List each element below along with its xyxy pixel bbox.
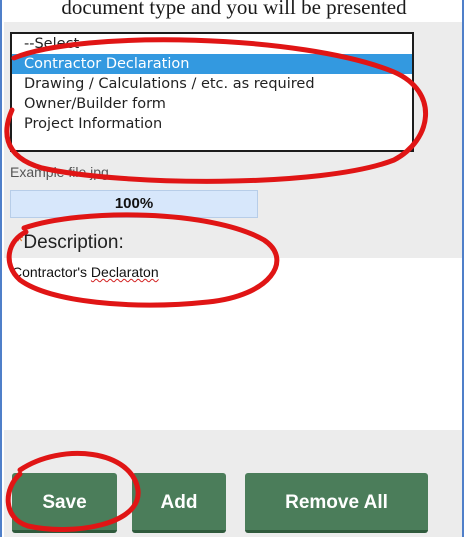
description-label: *Description:: [16, 232, 124, 254]
description-label-text: Description:: [23, 232, 124, 253]
upload-progress-bar: 100%: [10, 190, 258, 218]
document-type-listbox[interactable]: --Select-- Contractor Declaration Drawin…: [10, 32, 414, 152]
file-name-label: Example file.jpg: [10, 164, 109, 180]
clipped-caption-text: document type and you will be presented: [61, 0, 407, 19]
description-textarea[interactable]: Contractor's Declaraton: [4, 258, 462, 430]
add-button[interactable]: Add: [132, 473, 226, 533]
save-button[interactable]: Save: [12, 473, 117, 533]
option-contractor-declaration[interactable]: Contractor Declaration: [12, 54, 412, 74]
description-text-prefix: Contractor's: [12, 264, 91, 280]
remove-all-button[interactable]: Remove All: [245, 473, 428, 533]
option-drawing-calculations[interactable]: Drawing / Calculations / etc. as require…: [12, 74, 412, 94]
upload-progress-text: 100%: [114, 195, 154, 212]
description-misspelled-word: Declaraton: [90, 264, 159, 280]
option-project-information[interactable]: Project Information: [12, 114, 412, 134]
dialog-frame: document type and you will be presented …: [0, 0, 464, 537]
option-select-placeholder[interactable]: --Select--: [12, 34, 412, 54]
option-owner-builder-form[interactable]: Owner/Builder form: [12, 94, 412, 114]
